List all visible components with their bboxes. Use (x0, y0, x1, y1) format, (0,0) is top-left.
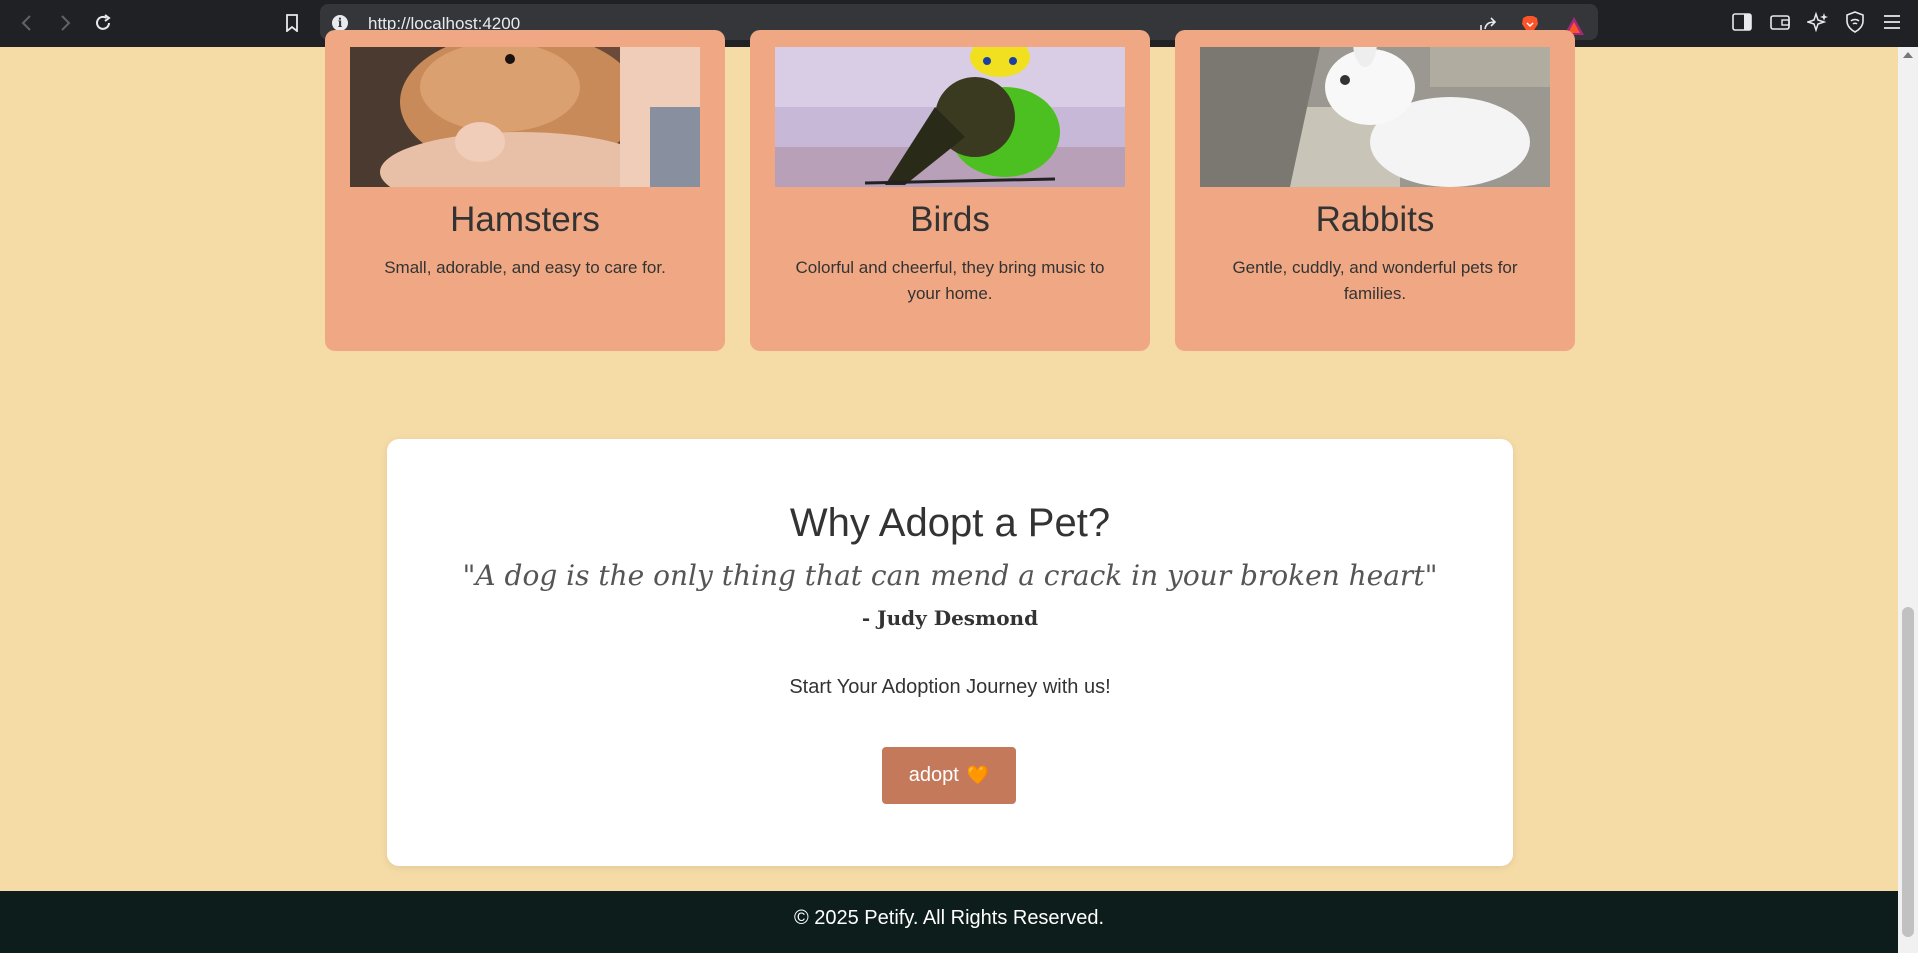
hamster-image (350, 47, 700, 204)
scroll-thumb[interactable] (1902, 607, 1914, 937)
orange-heart-icon: 🧡 (966, 765, 990, 786)
pet-card-rabbits: Rabbits Gentle, cuddly, and wonderful pe… (1175, 30, 1575, 351)
section-title: Why Adopt a Pet? (789, 501, 1111, 545)
sidebar-icon[interactable] (1730, 10, 1754, 34)
back-icon[interactable] (14, 10, 40, 36)
forward-icon[interactable] (52, 10, 78, 36)
card-description: Gentle, cuddly, and wonderful pets for f… (1232, 258, 1518, 303)
adopt-button[interactable]: adopt 🧡 (882, 747, 1016, 804)
card-title: Hamsters (450, 200, 600, 239)
menu-icon[interactable] (1880, 10, 1904, 34)
scroll-up-icon[interactable] (1903, 52, 1913, 58)
reload-icon[interactable] (90, 10, 116, 36)
card-description: Colorful and cheerful, they bring music … (795, 258, 1105, 303)
quote-text: "A dog is the only thing that can mend a… (462, 559, 1438, 592)
page-scrollbar[interactable] (1898, 47, 1918, 953)
adoption-cta-text: Start Your Adoption Journey with us! (789, 676, 1111, 698)
footer: © 2025 Petify. All Rights Reserved. (0, 891, 1898, 953)
adopt-button-label: adopt (908, 764, 959, 786)
why-adopt-section: Why Adopt a Pet? "A dog is the only thin… (387, 439, 1513, 866)
pet-card-birds: Birds Colorful and cheerful, they bring … (750, 30, 1150, 351)
card-description: Small, adorable, and easy to care for. (384, 258, 666, 277)
bookmark-icon[interactable] (279, 10, 305, 36)
pet-card-hamsters: Hamsters Small, adorable, and easy to ca… (325, 30, 725, 351)
vpn-icon[interactable] (1843, 10, 1867, 34)
card-title: Rabbits (1315, 200, 1435, 239)
card-title: Birds (910, 200, 990, 239)
rabbit-image (1200, 47, 1550, 204)
wallet-icon[interactable] (1768, 10, 1792, 34)
copyright-text: © 2025 Petify. All Rights Reserved. (793, 907, 1105, 929)
site-info-icon[interactable]: i (332, 15, 348, 31)
bird-image (775, 47, 1125, 204)
quote-author: - Judy Desmond (861, 606, 1039, 630)
leo-ai-icon[interactable] (1806, 10, 1830, 34)
